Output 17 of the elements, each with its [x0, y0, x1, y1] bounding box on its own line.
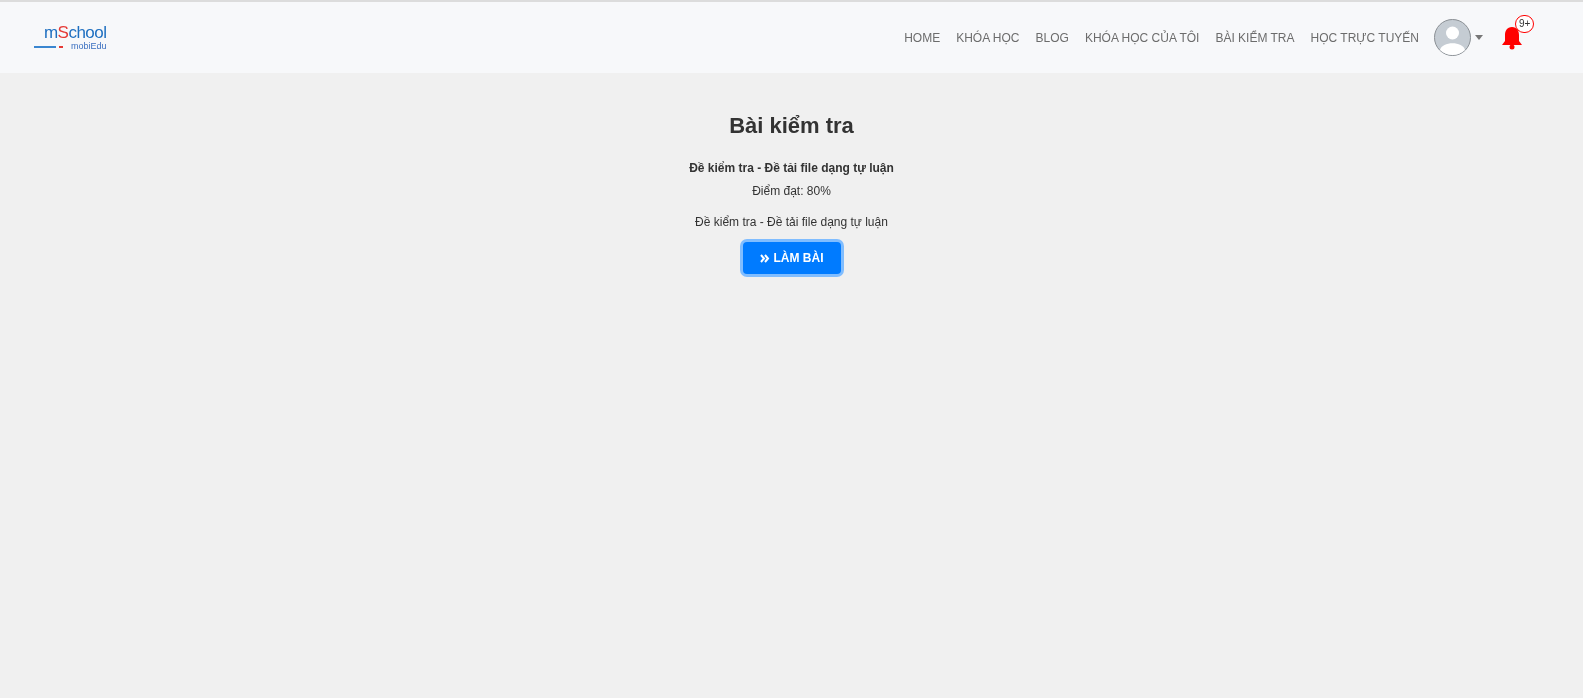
avatar-icon[interactable] — [1434, 19, 1471, 56]
exam-name: Đề kiểm tra - Đề tải file dạng tự luận — [689, 160, 894, 177]
caret-icon[interactable] — [1475, 35, 1483, 40]
nav-link[interactable]: HỌC TRỰC TUYẾN — [1310, 28, 1419, 47]
nav-link[interactable]: KHÓA HỌC CỦA TÔI — [1084, 28, 1200, 47]
nav-link[interactable]: KHÓA HỌC — [956, 28, 1020, 47]
nav-link[interactable]: BÀI KIỂM TRA — [1215, 28, 1295, 47]
start-button[interactable]: LÀM BÀI — [742, 242, 841, 274]
logo[interactable]: mSchool mobiEdu — [34, 24, 107, 51]
double-chevron-icon — [759, 253, 770, 263]
exam-description: Đề kiểm tra - Đề tải file dạng tự luận — [695, 214, 888, 231]
notification-badge: 9+ — [1515, 14, 1535, 33]
nav-link[interactable]: HOME — [904, 28, 941, 47]
pass-score: Điểm đạt: 80% — [752, 183, 831, 200]
page-title: Bài kiểm tra — [729, 112, 854, 140]
nav-link[interactable]: BLOG — [1035, 28, 1069, 47]
bell-icon[interactable] — [1501, 25, 1523, 50]
